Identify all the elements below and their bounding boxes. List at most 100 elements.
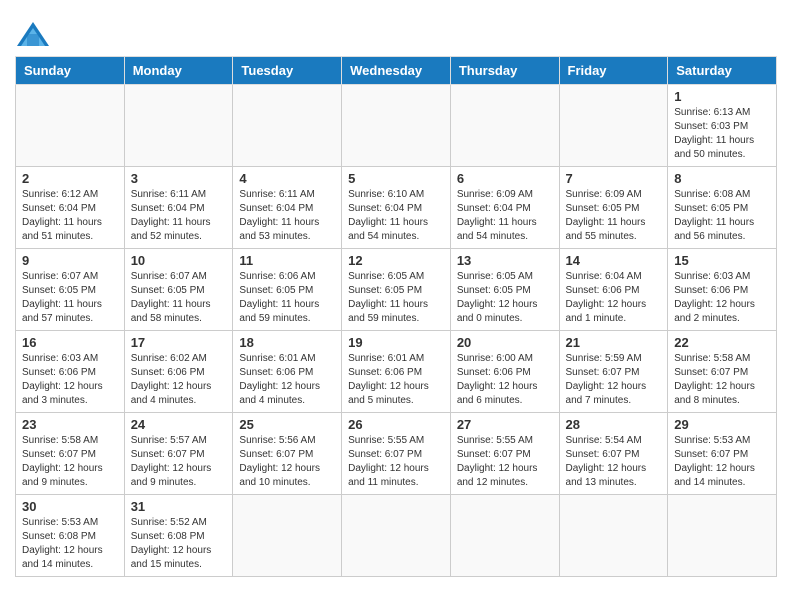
header (15, 10, 777, 48)
calendar-cell: 16Sunrise: 6:03 AM Sunset: 6:06 PM Dayli… (16, 331, 125, 413)
day-number: 7 (566, 171, 662, 186)
day-number: 8 (674, 171, 770, 186)
calendar-cell (668, 495, 777, 577)
day-number: 18 (239, 335, 335, 350)
day-number: 13 (457, 253, 553, 268)
day-number: 16 (22, 335, 118, 350)
day-number: 4 (239, 171, 335, 186)
calendar-cell (233, 495, 342, 577)
calendar-cell: 19Sunrise: 6:01 AM Sunset: 6:06 PM Dayli… (342, 331, 451, 413)
day-number: 29 (674, 417, 770, 432)
calendar-cell (16, 85, 125, 167)
day-number: 20 (457, 335, 553, 350)
day-info: Sunrise: 6:09 AM Sunset: 6:05 PM Dayligh… (566, 188, 662, 244)
day-number: 21 (566, 335, 662, 350)
day-number: 2 (22, 171, 118, 186)
day-number: 5 (348, 171, 444, 186)
week-row-1: 2Sunrise: 6:12 AM Sunset: 6:04 PM Daylig… (16, 167, 777, 249)
day-info: Sunrise: 6:08 AM Sunset: 6:05 PM Dayligh… (674, 188, 770, 244)
calendar-cell: 2Sunrise: 6:12 AM Sunset: 6:04 PM Daylig… (16, 167, 125, 249)
day-info: Sunrise: 6:07 AM Sunset: 6:05 PM Dayligh… (22, 270, 118, 326)
page-container: SundayMondayTuesdayWednesdayThursdayFrid… (0, 0, 792, 587)
calendar-cell (559, 495, 668, 577)
calendar-cell: 18Sunrise: 6:01 AM Sunset: 6:06 PM Dayli… (233, 331, 342, 413)
calendar-cell (342, 495, 451, 577)
day-info: Sunrise: 6:00 AM Sunset: 6:06 PM Dayligh… (457, 352, 553, 408)
day-number: 11 (239, 253, 335, 268)
calendar-cell: 1 Sunrise: 6:13 AM Sunset: 6:03 PM Daylig… (668, 85, 777, 167)
day-info: Sunrise: 6:10 AM Sunset: 6:04 PM Dayligh… (348, 188, 444, 244)
day-info: Sunrise: 5:56 AM Sunset: 6:07 PM Dayligh… (239, 434, 335, 490)
weekday-header-saturday: Saturday (668, 57, 777, 85)
logo-icon (15, 20, 51, 48)
day-info: Sunrise: 6:04 AM Sunset: 6:06 PM Dayligh… (566, 270, 662, 326)
day-info: Sunrise: 6:02 AM Sunset: 6:06 PM Dayligh… (131, 352, 227, 408)
calendar-cell: 31 Sunrise: 5:52 AM Sunset: 6:08 PM Dayli… (124, 495, 233, 577)
day-info: Sunrise: 5:52 AM Sunset: 6:08 PM Dayligh… (131, 516, 227, 572)
week-row-3: 16Sunrise: 6:03 AM Sunset: 6:06 PM Dayli… (16, 331, 777, 413)
day-number: 19 (348, 335, 444, 350)
day-number: 17 (131, 335, 227, 350)
weekday-header-row: SundayMondayTuesdayWednesdayThursdayFrid… (16, 57, 777, 85)
calendar-cell: 21Sunrise: 5:59 AM Sunset: 6:07 PM Dayli… (559, 331, 668, 413)
day-info: Sunrise: 5:55 AM Sunset: 6:07 PM Dayligh… (348, 434, 444, 490)
weekday-header-thursday: Thursday (450, 57, 559, 85)
calendar-cell: 28Sunrise: 5:54 AM Sunset: 6:07 PM Dayli… (559, 413, 668, 495)
calendar-cell: 10Sunrise: 6:07 AM Sunset: 6:05 PM Dayli… (124, 249, 233, 331)
calendar-cell: 4 Sunrise: 6:11 AM Sunset: 6:04 PM Daylig… (233, 167, 342, 249)
calendar-cell: 17 Sunrise: 6:02 AM Sunset: 6:06 PM Dayli… (124, 331, 233, 413)
day-number: 15 (674, 253, 770, 268)
calendar-cell: 25 Sunrise: 5:56 AM Sunset: 6:07 PM Dayli… (233, 413, 342, 495)
calendar-cell: 26Sunrise: 5:55 AM Sunset: 6:07 PM Dayli… (342, 413, 451, 495)
day-info: Sunrise: 6:05 AM Sunset: 6:05 PM Dayligh… (457, 270, 553, 326)
day-info: Sunrise: 5:57 AM Sunset: 6:07 PM Dayligh… (131, 434, 227, 490)
weekday-header-sunday: Sunday (16, 57, 125, 85)
day-info: Sunrise: 6:09 AM Sunset: 6:04 PM Dayligh… (457, 188, 553, 244)
week-row-0: 1 Sunrise: 6:13 AM Sunset: 6:03 PM Daylig… (16, 85, 777, 167)
calendar-cell: 24 Sunrise: 5:57 AM Sunset: 6:07 PM Dayli… (124, 413, 233, 495)
day-number: 30 (22, 499, 118, 514)
calendar-cell: 8 Sunrise: 6:08 AM Sunset: 6:05 PM Daylig… (668, 167, 777, 249)
calendar-cell: 7 Sunrise: 6:09 AM Sunset: 6:05 PM Daylig… (559, 167, 668, 249)
calendar-cell: 12Sunrise: 6:05 AM Sunset: 6:05 PM Dayli… (342, 249, 451, 331)
weekday-header-tuesday: Tuesday (233, 57, 342, 85)
day-number: 25 (239, 417, 335, 432)
day-number: 1 (674, 89, 770, 104)
day-info: Sunrise: 6:05 AM Sunset: 6:05 PM Dayligh… (348, 270, 444, 326)
calendar-cell (233, 85, 342, 167)
week-row-4: 23Sunrise: 5:58 AM Sunset: 6:07 PM Dayli… (16, 413, 777, 495)
day-info: Sunrise: 6:11 AM Sunset: 6:04 PM Dayligh… (131, 188, 227, 244)
calendar-cell (450, 495, 559, 577)
day-info: Sunrise: 5:53 AM Sunset: 6:07 PM Dayligh… (674, 434, 770, 490)
calendar-cell: 20 Sunrise: 6:00 AM Sunset: 6:06 PM Dayli… (450, 331, 559, 413)
calendar-cell: 14Sunrise: 6:04 AM Sunset: 6:06 PM Dayli… (559, 249, 668, 331)
day-number: 9 (22, 253, 118, 268)
day-info: Sunrise: 5:58 AM Sunset: 6:07 PM Dayligh… (674, 352, 770, 408)
calendar-cell: 3Sunrise: 6:11 AM Sunset: 6:04 PM Daylig… (124, 167, 233, 249)
weekday-header-wednesday: Wednesday (342, 57, 451, 85)
calendar-cell: 9 Sunrise: 6:07 AM Sunset: 6:05 PM Daylig… (16, 249, 125, 331)
week-row-2: 9 Sunrise: 6:07 AM Sunset: 6:05 PM Daylig… (16, 249, 777, 331)
week-row-5: 30 Sunrise: 5:53 AM Sunset: 6:08 PM Dayli… (16, 495, 777, 577)
calendar-cell: 23Sunrise: 5:58 AM Sunset: 6:07 PM Dayli… (16, 413, 125, 495)
day-info: Sunrise: 6:13 AM Sunset: 6:03 PM Dayligh… (674, 106, 770, 162)
day-number: 22 (674, 335, 770, 350)
calendar-cell: 15Sunrise: 6:03 AM Sunset: 6:06 PM Dayli… (668, 249, 777, 331)
calendar-cell: 11Sunrise: 6:06 AM Sunset: 6:05 PM Dayli… (233, 249, 342, 331)
calendar-cell: 27 Sunrise: 5:55 AM Sunset: 6:07 PM Dayli… (450, 413, 559, 495)
day-number: 10 (131, 253, 227, 268)
calendar-cell: 6Sunrise: 6:09 AM Sunset: 6:04 PM Daylig… (450, 167, 559, 249)
calendar-cell: 29 Sunrise: 5:53 AM Sunset: 6:07 PM Dayli… (668, 413, 777, 495)
day-number: 24 (131, 417, 227, 432)
day-info: Sunrise: 5:58 AM Sunset: 6:07 PM Dayligh… (22, 434, 118, 490)
day-info: Sunrise: 5:53 AM Sunset: 6:08 PM Dayligh… (22, 516, 118, 572)
day-number: 28 (566, 417, 662, 432)
day-info: Sunrise: 6:11 AM Sunset: 6:04 PM Dayligh… (239, 188, 335, 244)
calendar-cell (124, 85, 233, 167)
calendar-cell (450, 85, 559, 167)
calendar-cell (559, 85, 668, 167)
day-number: 27 (457, 417, 553, 432)
day-info: Sunrise: 5:55 AM Sunset: 6:07 PM Dayligh… (457, 434, 553, 490)
weekday-header-friday: Friday (559, 57, 668, 85)
day-number: 31 (131, 499, 227, 514)
